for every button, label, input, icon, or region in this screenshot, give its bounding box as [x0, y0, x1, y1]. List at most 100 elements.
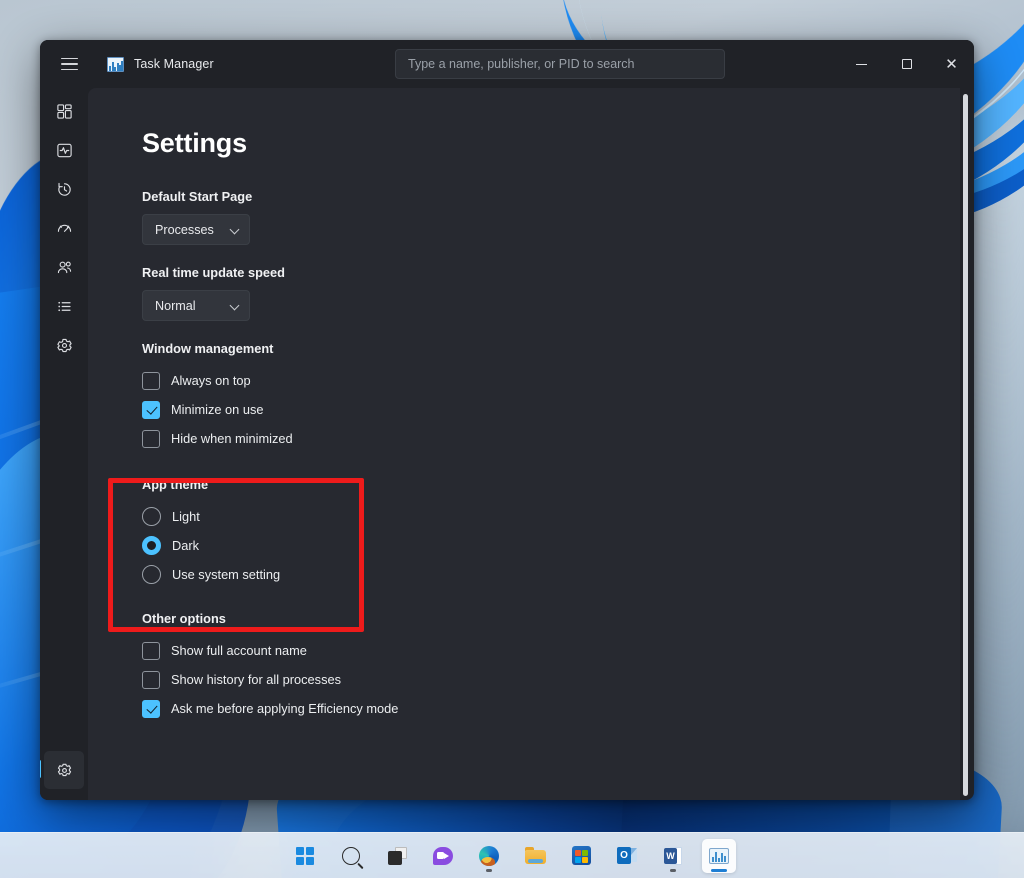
- taskbar-search-button[interactable]: [334, 839, 368, 873]
- taskbar-store-button[interactable]: [564, 839, 598, 873]
- chevron-down-icon: [231, 301, 240, 310]
- sidebar-item-settings[interactable]: [44, 751, 84, 789]
- radio-icon: [142, 536, 161, 555]
- option-label: Use system setting: [172, 567, 280, 582]
- checkbox-icon: [142, 372, 160, 390]
- option-label: Minimize on use: [171, 402, 263, 417]
- option-label: Light: [172, 509, 200, 524]
- minimize-icon[interactable]: [839, 40, 884, 88]
- checkbox-icon: [142, 671, 160, 689]
- settings-panel: Settings Default Start Page Processes Re…: [88, 88, 960, 723]
- sidebar-item-processes[interactable]: [44, 92, 84, 130]
- processes-grid-icon: [56, 103, 73, 120]
- history-clock-icon: [56, 181, 73, 198]
- task-manager-icon: [709, 848, 729, 864]
- radio-theme-dark[interactable]: Dark: [142, 531, 960, 560]
- search-icon: [342, 847, 360, 865]
- radio-theme-light[interactable]: Light: [142, 502, 960, 531]
- checkbox-icon: [142, 642, 160, 660]
- taskbar-word-button[interactable]: W: [656, 839, 690, 873]
- sidebar-item-users[interactable]: [44, 248, 84, 286]
- settings-gear-icon: [56, 762, 73, 779]
- chevron-down-icon: [231, 225, 240, 234]
- users-people-icon: [56, 259, 73, 276]
- taskbar-outlook-button[interactable]: O: [610, 839, 644, 873]
- option-label: Show history for all processes: [171, 672, 341, 687]
- option-label: Dark: [172, 538, 199, 553]
- maximize-icon[interactable]: [884, 40, 929, 88]
- dropdown-value: Normal: [155, 299, 196, 313]
- outlook-icon: O: [617, 847, 637, 864]
- search-box[interactable]: [395, 49, 725, 79]
- page-title: Settings: [142, 128, 960, 159]
- chat-icon: [433, 847, 453, 865]
- sidebar-item-details[interactable]: [44, 287, 84, 325]
- radio-theme-system[interactable]: Use system setting: [142, 560, 960, 589]
- app-title: Task Manager: [134, 57, 214, 71]
- option-label: Ask me before applying Efficiency mode: [171, 701, 398, 716]
- edge-browser-icon: [479, 846, 499, 866]
- taskbar-edge-button[interactable]: [472, 839, 506, 873]
- checkbox-hide-when-minimized[interactable]: Hide when minimized: [142, 424, 960, 453]
- option-label: Always on top: [171, 373, 251, 388]
- group-label: App theme: [142, 477, 960, 492]
- navigation-rail: [40, 88, 88, 800]
- update-speed-dropdown[interactable]: Normal: [142, 290, 250, 321]
- group-label: Default Start Page: [142, 189, 960, 204]
- checkbox-efficiency-mode-prompt[interactable]: Ask me before applying Efficiency mode: [142, 694, 960, 723]
- hamburger-menu-icon[interactable]: [46, 47, 92, 81]
- dropdown-value: Processes: [155, 223, 214, 237]
- folder-icon: [525, 847, 546, 864]
- word-icon: W: [664, 847, 682, 865]
- performance-pulse-icon: [56, 142, 73, 159]
- active-indicator: [711, 869, 727, 872]
- app-identity: Task Manager: [107, 57, 214, 72]
- radio-icon: [142, 507, 161, 526]
- option-label: Hide when minimized: [171, 431, 293, 446]
- content-scrollbar[interactable]: [963, 94, 968, 796]
- group-update-speed: Real time update speed Normal: [142, 265, 960, 321]
- group-window-management: Window management Always on top Minimize…: [142, 341, 960, 453]
- scrollbar-thumb[interactable]: [963, 94, 968, 796]
- taskbar-task-manager-button[interactable]: [702, 839, 736, 873]
- window-controls: ✕: [839, 40, 974, 88]
- sidebar-item-app-history[interactable]: [44, 170, 84, 208]
- group-app-theme: App theme Light Dark Use system setting: [142, 477, 960, 589]
- checkbox-show-full-account-name[interactable]: Show full account name: [142, 636, 960, 665]
- running-indicator: [670, 869, 676, 872]
- sidebar-item-services[interactable]: [44, 326, 84, 364]
- services-gear-icon: [56, 337, 73, 354]
- close-icon[interactable]: ✕: [929, 40, 974, 88]
- taskbar-task-view-button[interactable]: [380, 839, 414, 873]
- radio-icon: [142, 565, 161, 584]
- taskbar-start-button[interactable]: [288, 839, 322, 873]
- checkbox-always-on-top[interactable]: Always on top: [142, 366, 960, 395]
- taskbar: O W: [0, 832, 1024, 878]
- window-body: Settings Default Start Page Processes Re…: [40, 88, 974, 800]
- default-start-page-dropdown[interactable]: Processes: [142, 214, 250, 245]
- search-input[interactable]: [395, 49, 725, 79]
- nav-bottom-group: [44, 751, 84, 800]
- store-icon: [572, 846, 591, 865]
- group-default-start-page: Default Start Page Processes: [142, 189, 960, 245]
- checkbox-icon: [142, 401, 160, 419]
- settings-content: Settings Default Start Page Processes Re…: [88, 88, 960, 800]
- sidebar-item-startup-apps[interactable]: [44, 209, 84, 247]
- taskbar-file-explorer-button[interactable]: [518, 839, 552, 873]
- details-list-icon: [56, 298, 73, 315]
- taskbar-chat-button[interactable]: [426, 839, 460, 873]
- checkbox-minimize-on-use[interactable]: Minimize on use: [142, 395, 960, 424]
- task-manager-window: Task Manager ✕: [40, 40, 974, 800]
- running-indicator: [486, 869, 492, 872]
- desktop: Task Manager ✕: [0, 0, 1024, 878]
- sidebar-item-performance[interactable]: [44, 131, 84, 169]
- group-label: Other options: [142, 611, 960, 626]
- task-view-icon: [388, 847, 407, 865]
- startup-gauge-icon: [56, 220, 73, 237]
- title-bar: Task Manager ✕: [40, 40, 974, 88]
- checkbox-show-history-all-processes[interactable]: Show history for all processes: [142, 665, 960, 694]
- checkbox-icon: [142, 700, 160, 718]
- checkbox-icon: [142, 430, 160, 448]
- group-label: Window management: [142, 341, 960, 356]
- option-label: Show full account name: [171, 643, 307, 658]
